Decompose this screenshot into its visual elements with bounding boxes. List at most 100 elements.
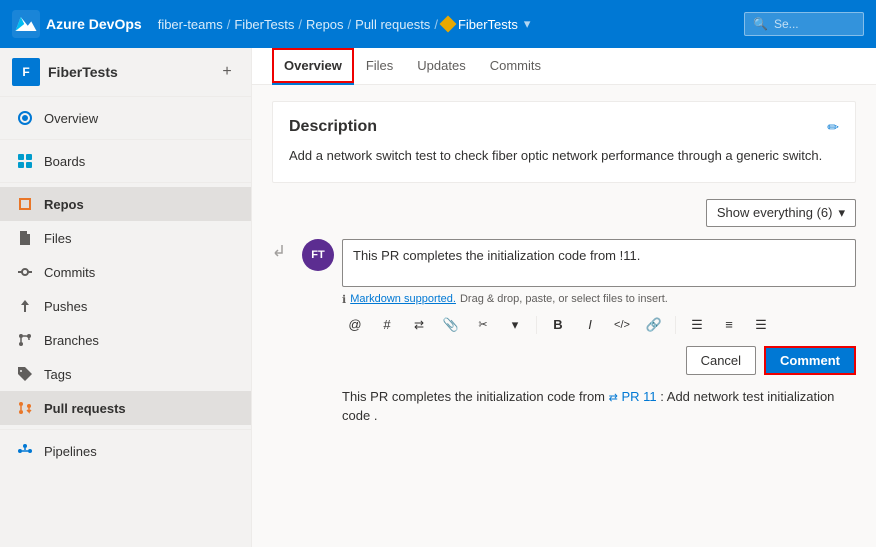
toolbar-link[interactable]: 🔗: [641, 312, 667, 338]
pr-link-label: PR 11: [621, 389, 656, 404]
sidebar-header: F FiberTests +: [0, 48, 251, 97]
comment-avatar: FT: [302, 239, 334, 271]
overview-label: Overview: [44, 111, 98, 126]
sidebar-project[interactable]: F FiberTests: [12, 58, 118, 86]
pr-link-icon: ⇄: [609, 392, 618, 404]
show-everything-button[interactable]: Show everything (6) ▾: [706, 199, 856, 227]
cancel-button[interactable]: Cancel: [686, 346, 756, 375]
info-icon: ℹ: [342, 293, 346, 306]
sidebar-item-tags[interactable]: Tags: [0, 357, 251, 391]
toolbar-emoji[interactable]: ✂: [470, 312, 496, 338]
tags-icon: [16, 365, 34, 383]
thread-icon: [272, 243, 292, 267]
project-name: FiberTests: [48, 64, 118, 80]
repos-label: Repos: [44, 197, 84, 212]
thread-line: [272, 239, 292, 426]
toolbar-attach[interactable]: 📎: [438, 312, 464, 338]
top-nav-right: 🔍 Se...: [744, 12, 864, 36]
markdown-hint-suffix: Drag & drop, paste, or select files to i…: [460, 293, 668, 305]
sidebar-item-files[interactable]: Files: [0, 221, 251, 255]
pr-link-text-before: This PR completes the initialization cod…: [342, 389, 609, 404]
diamond-icon: [439, 16, 456, 33]
sidebar-item-commits[interactable]: Commits: [0, 255, 251, 289]
breadcrumb-fiber-teams[interactable]: fiber-teams: [158, 17, 223, 32]
overview-icon: [16, 109, 34, 127]
toolbar-code[interactable]: </>: [609, 312, 635, 338]
comment-area: FT ℹ Markdown supported. Drag & drop, pa…: [272, 239, 856, 426]
toolbar-hash[interactable]: #: [374, 312, 400, 338]
toolbar-mention[interactable]: @: [342, 312, 368, 338]
sidebar-add-button[interactable]: +: [215, 60, 239, 84]
nav-divider-1: [0, 139, 251, 140]
toolbar-italic[interactable]: I: [577, 312, 603, 338]
tab-overview[interactable]: Overview: [272, 48, 354, 85]
markdown-link[interactable]: Markdown supported.: [350, 293, 456, 305]
breadcrumb-pull-requests[interactable]: Pull requests: [355, 17, 430, 32]
edit-icon[interactable]: ✏: [827, 119, 839, 136]
boards-icon: [16, 152, 34, 170]
sidebar-item-pipelines[interactable]: Pipelines: [0, 434, 251, 468]
toolbar-more[interactable]: ▾: [502, 312, 528, 338]
show-everything-label: Show everything (6): [717, 205, 833, 220]
main-content: Overview Files Updates Commits Descripti…: [252, 48, 876, 547]
top-navigation: Azure DevOps fiber-teams / FiberTests / …: [0, 0, 876, 48]
project-avatar: F: [12, 58, 40, 86]
comment-toolbar: @ # ⇄ 📎 ✂ ▾ B I </> 🔗 ☰ ≡ ☰: [342, 312, 856, 338]
sidebar-item-pull-requests[interactable]: Pull requests: [0, 391, 251, 425]
description-card: Description ✏ Add a network switch test …: [272, 101, 856, 183]
files-icon: [16, 229, 34, 247]
tags-label: Tags: [44, 367, 71, 382]
sidebar: F FiberTests + Overview B: [0, 48, 252, 547]
breadcrumb-fibertests[interactable]: FiberTests: [234, 17, 294, 32]
search-placeholder: Se...: [774, 17, 799, 31]
branches-icon: [16, 331, 34, 349]
tab-updates[interactable]: Updates: [405, 48, 477, 85]
breadcrumb-repos[interactable]: Repos: [306, 17, 344, 32]
commits-label: Commits: [44, 265, 95, 280]
chevron-down-icon: ▾: [838, 205, 845, 221]
comment-button[interactable]: Comment: [764, 346, 856, 375]
commits-icon: [16, 263, 34, 281]
pr-link-text-after: .: [374, 408, 378, 423]
comment-actions: Cancel Comment: [342, 346, 856, 375]
sidebar-item-overview[interactable]: Overview: [0, 101, 251, 135]
toolbar-list-task[interactable]: ☰: [748, 312, 774, 338]
breadcrumb: fiber-teams / FiberTests / Repos / Pull …: [158, 16, 531, 32]
comment-content: FT ℹ Markdown supported. Drag & drop, pa…: [302, 239, 856, 426]
pipelines-icon: [16, 442, 34, 460]
toolbar-separator-2: [675, 316, 676, 334]
toolbar-pr-link[interactable]: ⇄: [406, 312, 432, 338]
description-title: Description: [289, 118, 377, 136]
description-text: Add a network switch test to check fiber…: [289, 146, 839, 166]
pipelines-label: Pipelines: [44, 444, 97, 459]
search-box[interactable]: 🔍 Se...: [744, 12, 864, 36]
description-header: Description ✏: [289, 118, 839, 136]
sidebar-nav: Overview Boards Repos: [0, 97, 251, 472]
main-layout: F FiberTests + Overview B: [0, 48, 876, 547]
nav-divider-2: [0, 182, 251, 183]
pushes-label: Pushes: [44, 299, 87, 314]
pull-requests-label: Pull requests: [44, 401, 126, 416]
markdown-hint: ℹ Markdown supported. Drag & drop, paste…: [342, 293, 856, 306]
pull-requests-icon: [16, 399, 34, 417]
sidebar-item-pushes[interactable]: Pushes: [0, 289, 251, 323]
toolbar-separator-1: [536, 316, 537, 334]
nav-divider-3: [0, 429, 251, 430]
tab-files[interactable]: Files: [354, 48, 405, 85]
comment-textbox[interactable]: [342, 239, 856, 287]
branches-label: Branches: [44, 333, 99, 348]
sidebar-item-boards[interactable]: Boards: [0, 144, 251, 178]
pr-link[interactable]: ⇄ PR 11: [609, 389, 661, 404]
toolbar-list-ordered[interactable]: ≡: [716, 312, 742, 338]
toolbar-bold[interactable]: B: [545, 312, 571, 338]
show-everything-container: Show everything (6) ▾: [272, 199, 856, 227]
toolbar-list-unordered[interactable]: ☰: [684, 312, 710, 338]
tab-commits[interactable]: Commits: [478, 48, 553, 85]
app-logo[interactable]: Azure DevOps: [12, 10, 142, 38]
sidebar-item-branches[interactable]: Branches: [0, 323, 251, 357]
files-label: Files: [44, 231, 71, 246]
sidebar-item-repos[interactable]: Repos: [0, 187, 251, 221]
repos-icon: [16, 195, 34, 213]
search-icon: 🔍: [753, 17, 768, 31]
breadcrumb-current: FiberTests ▾: [442, 16, 531, 32]
